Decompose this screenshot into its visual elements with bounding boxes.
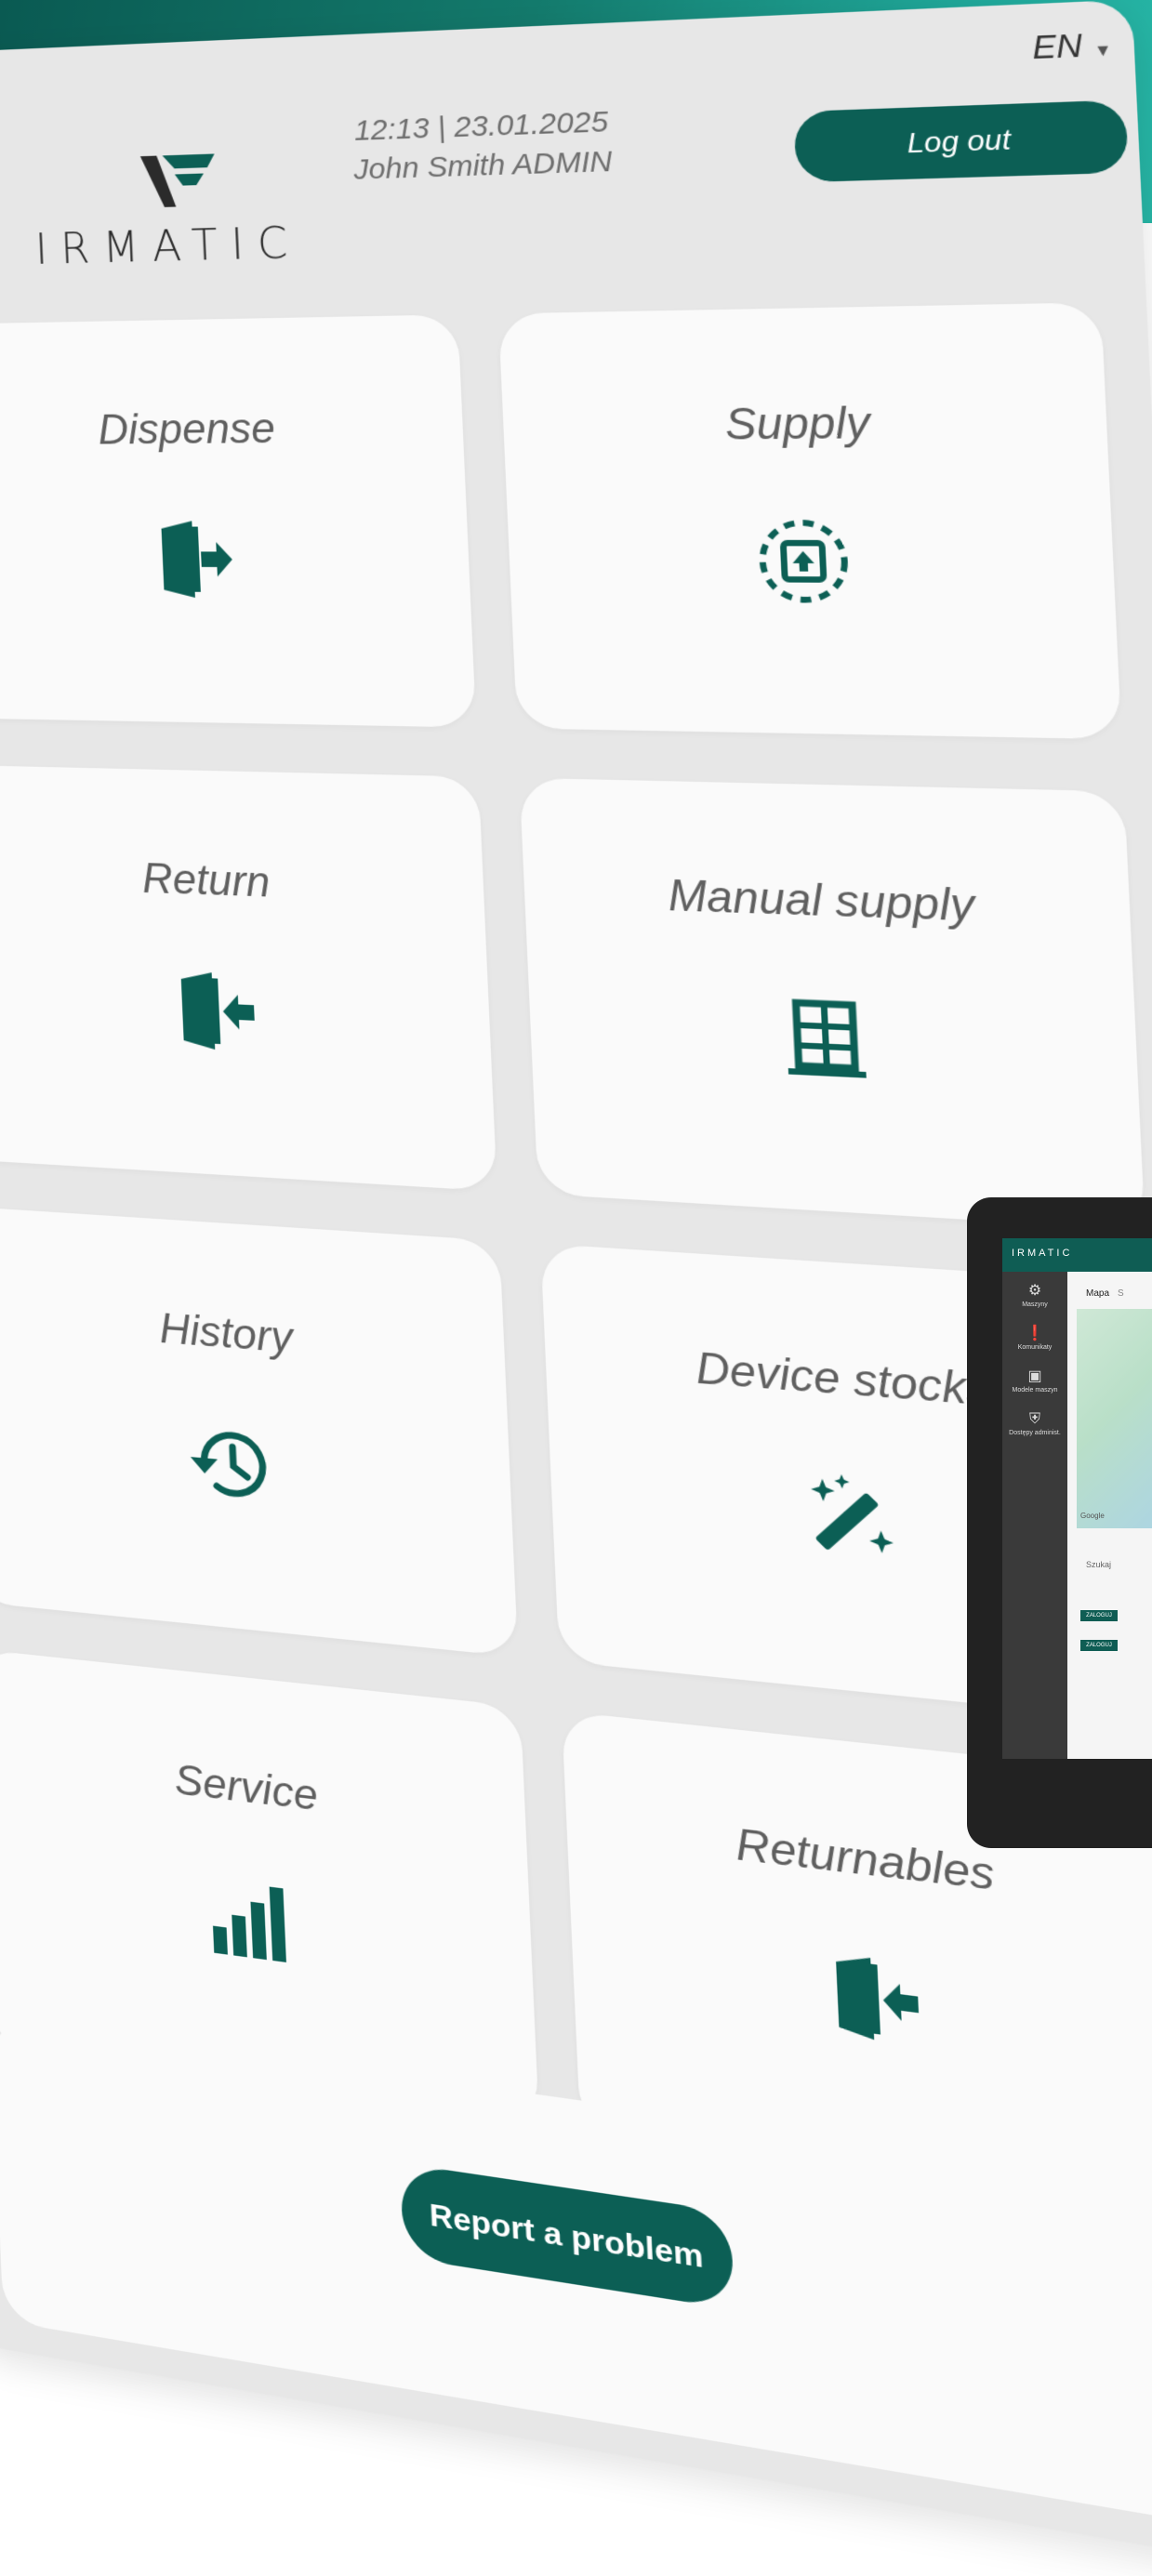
tablet-sidebar-label: Maszyny (1022, 1301, 1048, 1308)
tile-dispense[interactable]: Dispense (0, 314, 477, 728)
magic-wand-icon (810, 1473, 894, 1554)
tablet-tab-other[interactable]: S (1118, 1288, 1124, 1299)
tablet-sidebar: ⚙ Maszyny ❗ Komunikaty ▣ Modele maszyn ⛨… (1002, 1272, 1067, 1759)
language-selector[interactable]: EN ▼ (1031, 25, 1112, 67)
tablet-screen: IRMATIC ⚙ Maszyny ❗ Komunikaty ▣ Modele … (1002, 1238, 1152, 1759)
tablet-sidebar-item-models[interactable]: ▣ Modele maszyn (1002, 1367, 1067, 1394)
tablet-sidebar-label: Dostępy administ. (1009, 1430, 1061, 1436)
logo-mark-icon (139, 153, 216, 208)
tablet-map[interactable] (1077, 1309, 1152, 1528)
tablet-tab-map[interactable]: Mapa (1086, 1288, 1109, 1299)
devices-icon: ▣ (1027, 1368, 1042, 1384)
language-code: EN (1031, 26, 1084, 66)
tablet-sidebar-label: Modele maszyn (1012, 1387, 1058, 1394)
dispense-icon (161, 521, 233, 598)
tablet-mockup: IRMATIC ⚙ Maszyny ❗ Komunikaty ▣ Modele … (967, 1197, 1152, 1848)
return-icon (180, 971, 256, 1050)
logout-button[interactable]: Log out (793, 99, 1130, 183)
tile-label: Dispense (97, 404, 276, 454)
tablet-row-button[interactable]: ZALOGUJ (1080, 1640, 1118, 1651)
tablet-sidebar-item-messages[interactable]: ❗ Komunikaty (1002, 1324, 1067, 1351)
tile-label: Manual supply (667, 871, 976, 931)
tile-label: History (158, 1304, 294, 1363)
header: IRMATIC 12:13 | 23.01.2025 John Smith AD… (0, 0, 1145, 297)
signal-bars-icon (213, 1886, 286, 1962)
returnables-icon (835, 1953, 920, 2041)
tablet-search-input[interactable]: Szukaj (1086, 1560, 1111, 1569)
tablet-sidebar-item-admin-access[interactable]: ⛨ Dostępy administ. (1002, 1411, 1067, 1436)
supply-icon (748, 510, 860, 613)
chevron-down-icon: ▼ (1093, 42, 1113, 60)
tile-label: Supply (723, 398, 871, 450)
tile-history[interactable]: History (0, 1206, 519, 1658)
tile-supply[interactable]: Supply (497, 302, 1122, 740)
tile-return[interactable]: Return (0, 764, 497, 1192)
tablet-sidebar-label: Komunikaty (1017, 1344, 1053, 1351)
tile-manual-supply[interactable]: Manual supply (519, 777, 1145, 1231)
tablet-topbar: IRMATIC (1002, 1238, 1152, 1272)
history-icon (180, 1412, 282, 1517)
shield-user-icon: ⛨ (1028, 1411, 1040, 1427)
alert-message-icon: ❗ (1026, 1326, 1044, 1341)
tablet-brand: IRMATIC (1012, 1248, 1073, 1259)
brand-logo: IRMATIC (31, 141, 345, 275)
manual-supply-icon (769, 985, 881, 1092)
tile-label: Return (140, 854, 271, 906)
tile-label: Service (173, 1755, 319, 1820)
report-problem-button[interactable]: Report a problem (399, 2162, 735, 2310)
map-credit: Google (1080, 1512, 1105, 1520)
tablet-row-button[interactable]: ZALOGUJ (1080, 1610, 1118, 1621)
tablet-sidebar-item-machines[interactable]: ⚙ Maszyny (1002, 1281, 1067, 1308)
brand-name: IRMATIC (33, 218, 303, 275)
users-gear-icon: ⚙ (1027, 1283, 1042, 1299)
datetime-user-block: 12:13 | 23.01.2025 John Smith ADMIN (318, 101, 647, 192)
